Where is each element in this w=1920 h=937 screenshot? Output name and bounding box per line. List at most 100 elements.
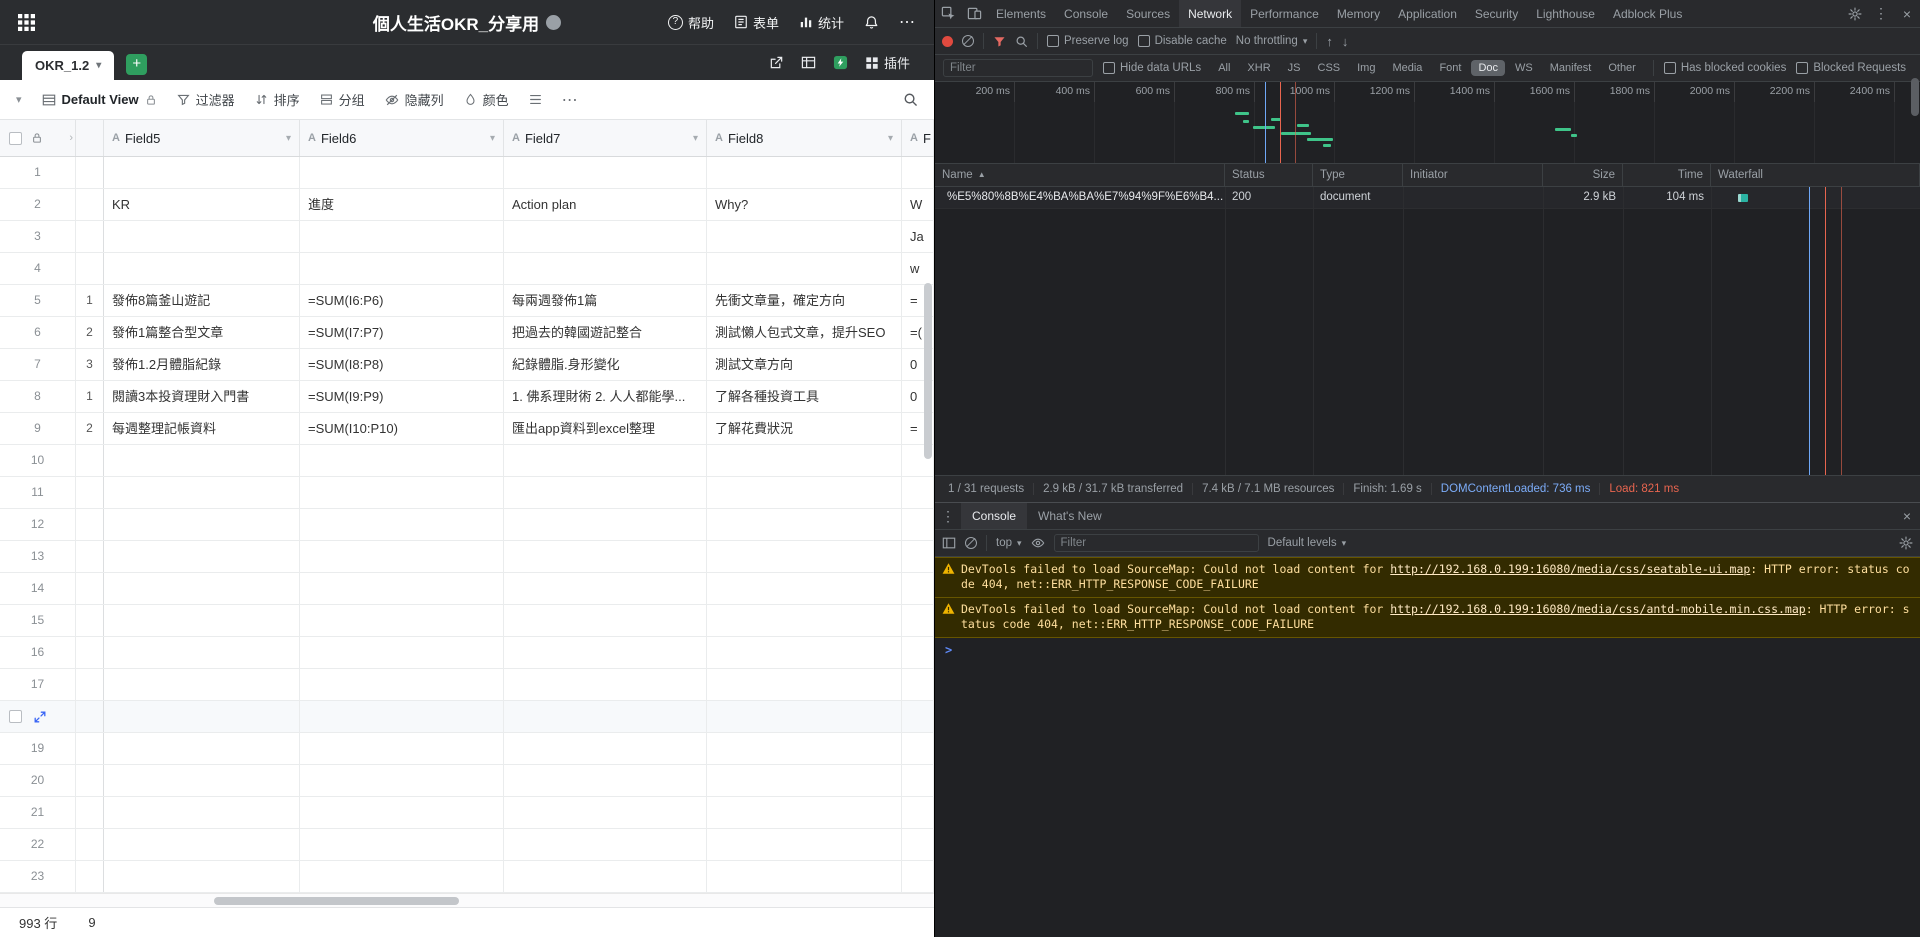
column-header-field5[interactable]: A Field5 ▾ [104,120,300,156]
network-filter-input[interactable] [943,59,1093,77]
header-more-icon[interactable]: ⋯ [899,12,916,32]
cell-field5[interactable] [104,477,300,508]
column-header-field6[interactable]: A Field6 ▾ [300,120,504,156]
search-icon[interactable] [903,92,918,107]
cell-field8[interactable] [707,445,902,476]
cell-field7[interactable]: 把過去的韓國遊記整合 [504,317,707,348]
cell-partial-left[interactable] [76,765,104,796]
cell-partial-left[interactable] [76,861,104,892]
search-icon[interactable] [1015,35,1028,48]
cell-field8[interactable]: Why? [707,189,902,220]
cell-field7[interactable]: 1. 佛系理財術 2. 人人都能學... [504,381,707,412]
devtools-tab-adblock-plus[interactable]: Adblock Plus [1604,0,1691,27]
cell-field5[interactable] [104,221,300,252]
clear-icon[interactable] [962,35,974,47]
cell-field8[interactable]: 先衝文章量，確定方向 [707,285,902,316]
console-settings-gear-icon[interactable] [1899,536,1913,550]
cell-partial-left[interactable]: 1 [76,381,104,412]
cell-field6[interactable]: =SUM(I8:P8) [300,349,504,380]
table-row[interactable]: 20 [0,765,934,797]
column-header-field8[interactable]: A Field8 ▾ [707,120,902,156]
cell-field8[interactable] [707,509,902,540]
table-row[interactable]: 14 [0,573,934,605]
cell-partial-left[interactable] [76,445,104,476]
cell-field8[interactable] [707,669,902,700]
table-row[interactable]: 2 KR 進度 Action plan Why? W [0,189,934,221]
cell-partial-right[interactable]: w [902,253,934,284]
row-height-button[interactable] [529,93,542,106]
column-header-partial-right[interactable]: AF [902,120,934,156]
execution-context-select[interactable]: top ▾ [996,537,1022,549]
cell-field8[interactable] [707,829,902,860]
table-row[interactable]: 5 1 發佈8篇釜山遊記 =SUM(I6:P6) 每兩週發佈1篇 先衝文章量，確… [0,285,934,317]
cell-field7[interactable] [504,701,707,732]
row-number[interactable]: 16 [0,637,76,668]
cell-field5[interactable]: 發佈1篇整合型文章 [104,317,300,348]
tab-okr[interactable]: OKR_1.2 ▾ [22,51,115,80]
settings-gear-icon[interactable] [1842,0,1868,27]
cell-partial-right[interactable] [902,765,934,796]
chevron-down-icon[interactable]: ▾ [490,133,495,144]
drawer-tab-console[interactable]: Console [961,503,1028,529]
cell-field7[interactable] [504,765,707,796]
cell-field5[interactable]: KR [104,189,300,220]
stats-button[interactable]: 统计 [799,13,844,32]
inspect-icon[interactable] [935,0,961,27]
cell-field8[interactable]: 了解花費狀況 [707,413,902,444]
col-status[interactable]: Status [1225,164,1313,186]
table-row[interactable]: 8 1 閱讀3本投資理財入門書 =SUM(I9:P9) 1. 佛系理財術 2. … [0,381,934,413]
cell-partial-right[interactable] [902,157,934,188]
cell-field6[interactable] [300,637,504,668]
cell-partial-left[interactable] [76,221,104,252]
cell-field7[interactable] [504,253,707,284]
forms-button[interactable]: 表单 [734,13,779,32]
cell-field7[interactable] [504,221,707,252]
cell-field5[interactable] [104,701,300,732]
table-row[interactable]: 22 [0,829,934,861]
chevron-down-icon[interactable]: ▾ [888,133,893,144]
column-header-partial[interactable] [76,120,104,156]
cell-partial-right[interactable]: Ja [902,221,934,252]
table-row[interactable]: 21 [0,797,934,829]
cell-field5[interactable] [104,861,300,892]
notifications-button[interactable] [864,15,879,30]
cell-field5[interactable] [104,829,300,860]
cell-field5[interactable] [104,669,300,700]
row-number[interactable]: 9 [0,413,76,444]
network-filter-img[interactable]: Img [1350,60,1382,76]
cell-field8[interactable] [707,573,902,604]
cell-field6[interactable] [300,477,504,508]
cell-field7[interactable] [504,605,707,636]
sort-button[interactable]: 排序 [255,90,300,109]
table-row[interactable]: 23 [0,861,934,893]
row-number[interactable]: 13 [0,541,76,572]
table-row[interactable]: 17 [0,669,934,701]
apps-grid-icon[interactable] [18,13,35,31]
cell-field6[interactable] [300,765,504,796]
cell-partial-left[interactable] [76,669,104,700]
cell-field6[interactable]: =SUM(I6:P6) [300,285,504,316]
row-number[interactable]: 8 [0,381,76,412]
toolbar-more-icon[interactable]: ⋯ [562,90,578,110]
row-number[interactable]: 12 [0,509,76,540]
cell-partial-right[interactable] [902,477,934,508]
table-row[interactable]: 11 [0,477,934,509]
request-row[interactable]: %E5%80%8B%E4%BA%BA%E7%94%9F%E6%B4... 200… [935,187,1920,209]
cell-field5[interactable] [104,509,300,540]
cell-partial-left[interactable] [76,573,104,604]
cell-field6[interactable] [300,573,504,604]
import-har-icon[interactable]: ↑ [1326,34,1333,49]
cell-partial-left[interactable] [76,733,104,764]
cell-field6[interactable] [300,221,504,252]
cell-field5[interactable]: 每週整理記帳資料 [104,413,300,444]
devtools-tab-elements[interactable]: Elements [987,0,1055,27]
blocked-requests-checkbox[interactable]: Blocked Requests [1796,62,1906,74]
cell-field5[interactable] [104,605,300,636]
cell-field7[interactable] [504,733,707,764]
cell-partial-left[interactable] [76,253,104,284]
cell-field6[interactable] [300,605,504,636]
row-number[interactable]: 14 [0,573,76,604]
row-number[interactable]: 11 [0,477,76,508]
cell-field8[interactable] [707,541,902,572]
cell-field8[interactable] [707,637,902,668]
